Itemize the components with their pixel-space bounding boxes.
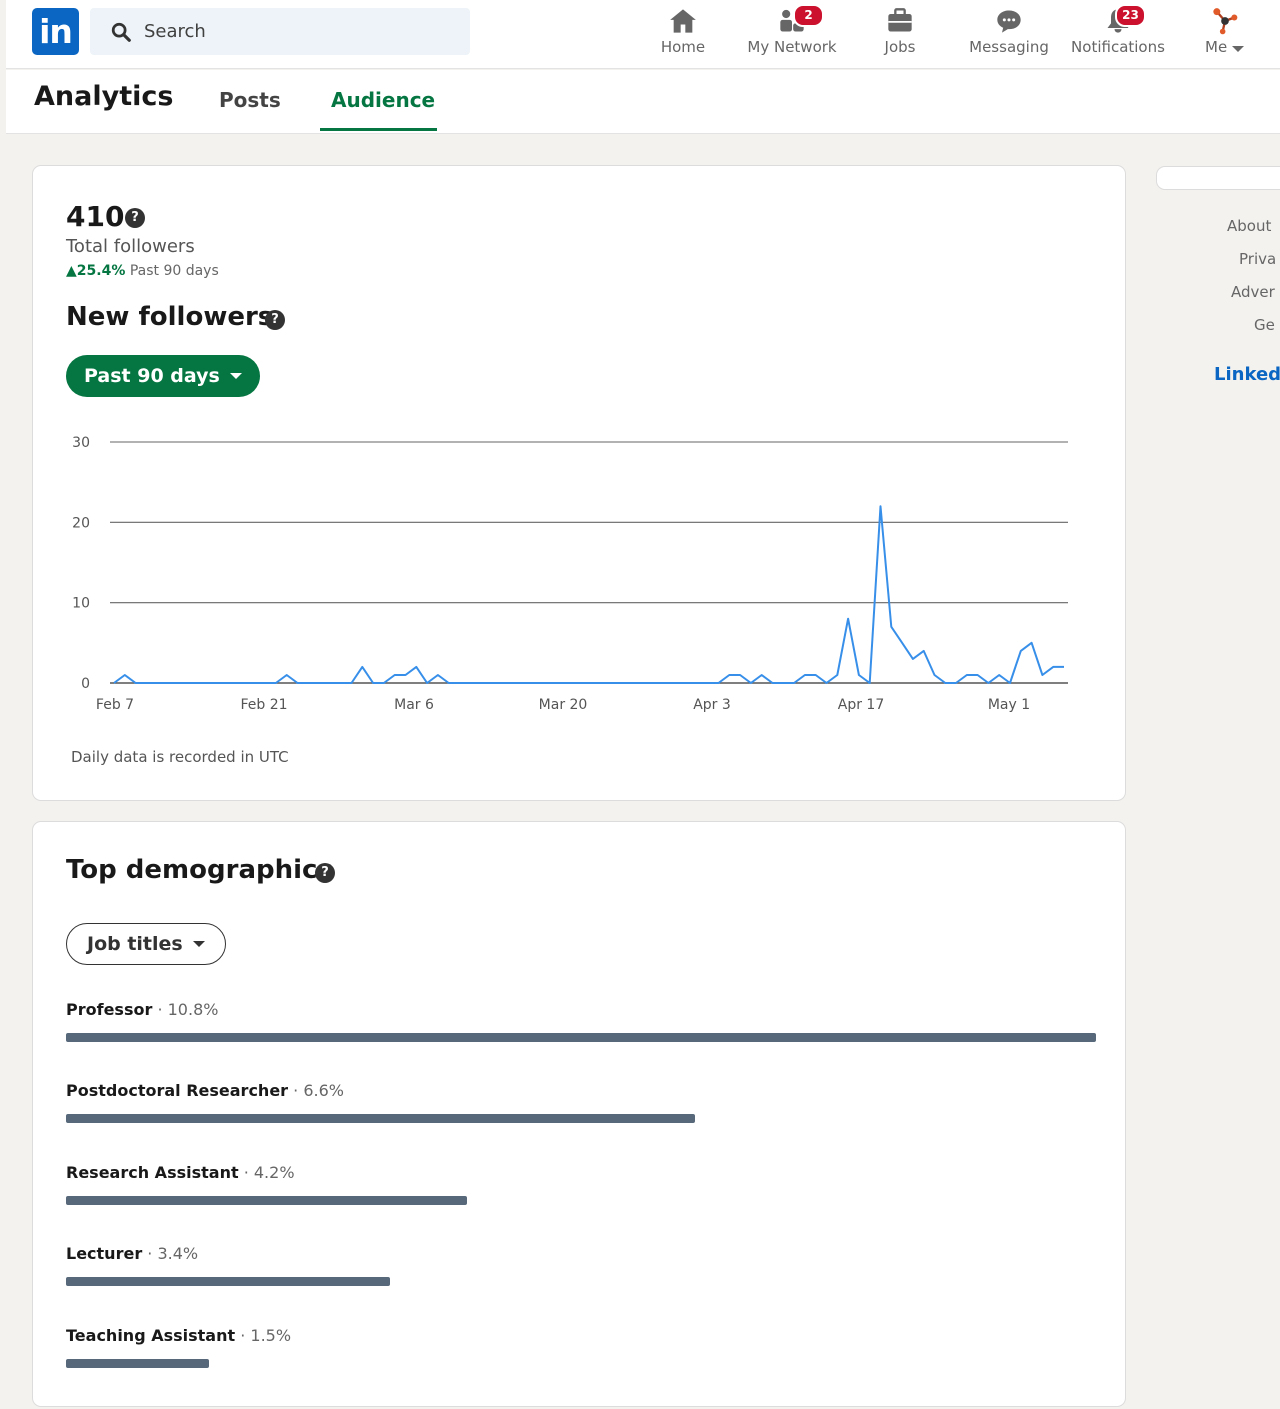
help-icon[interactable]: ? xyxy=(315,863,335,883)
x-tick-label: Mar 20 xyxy=(539,697,588,713)
nav-home-label: Home xyxy=(660,38,706,56)
demographic-row: Professor · 10.8% xyxy=(66,1000,1096,1042)
notifications-badge: 23 xyxy=(1115,4,1146,27)
avatar xyxy=(1212,8,1237,35)
chart-note: Daily data is recorded in UTC xyxy=(71,748,289,766)
nav-me-label: Me xyxy=(1172,38,1277,56)
nav-messaging[interactable]: Messaging xyxy=(954,6,1064,62)
nav-me[interactable]: Me xyxy=(1172,6,1277,62)
nav-jobs-label: Jobs xyxy=(884,38,916,56)
footer-link-about[interactable]: About xyxy=(1227,217,1271,235)
demographic-title: Research Assistant xyxy=(66,1163,239,1182)
x-tick-label: Mar 6 xyxy=(394,697,434,713)
nav-my-network[interactable]: 2 My Network xyxy=(737,4,847,62)
demographic-filter-label: Job titles xyxy=(87,933,183,955)
tab-posts[interactable]: Posts xyxy=(219,88,281,112)
nav-jobs[interactable]: Jobs xyxy=(845,6,955,62)
y-tick-label: 10 xyxy=(72,596,90,612)
y-tick-label: 30 xyxy=(72,435,90,451)
y-tick-label: 0 xyxy=(81,676,90,692)
footer-link-get-app[interactable]: Ge xyxy=(1254,316,1275,334)
demographic-bar xyxy=(66,1033,1096,1042)
footer-link-privacy[interactable]: Priva xyxy=(1239,250,1276,268)
demographic-label: Postdoctoral Researcher · 6.6% xyxy=(66,1081,344,1100)
demographic-title: Teaching Assistant xyxy=(66,1326,236,1345)
demographic-label: Lecturer · 3.4% xyxy=(66,1244,199,1263)
nav-notifications[interactable]: 23 Notifications xyxy=(1063,4,1173,62)
demographic-label: Professor · 10.8% xyxy=(66,1000,219,1019)
demographic-percent: 4.2% xyxy=(253,1163,295,1182)
y-tick-label: 20 xyxy=(72,515,90,531)
demographic-row: Lecturer · 3.4% xyxy=(66,1244,1096,1286)
followers-line xyxy=(113,505,1064,684)
demographic-percent: 3.4% xyxy=(157,1244,199,1263)
page-title: Analytics xyxy=(34,81,174,112)
x-tick-label: May 1 xyxy=(988,697,1030,713)
active-tab-indicator xyxy=(320,128,437,131)
search-icon xyxy=(111,22,131,42)
demographic-row: Teaching Assistant · 1.5% xyxy=(66,1326,1096,1368)
x-tick-label: Apr 17 xyxy=(838,697,884,713)
nav-home[interactable]: Home xyxy=(628,6,738,62)
search-placeholder: Search xyxy=(144,21,206,42)
nav-messaging-label: Messaging xyxy=(969,38,1049,56)
network-badge: 2 xyxy=(793,4,824,27)
chevron-down-icon xyxy=(192,941,205,947)
messaging-icon xyxy=(997,10,1021,33)
demographic-filter-dropdown[interactable]: Job titles xyxy=(66,923,226,965)
x-tick-label: Feb 7 xyxy=(96,697,134,713)
x-tick-label: Feb 21 xyxy=(240,697,287,713)
chevron-down-icon xyxy=(1231,46,1244,52)
demographic-title: Lecturer xyxy=(66,1244,143,1263)
demographic-bar xyxy=(66,1277,391,1286)
demographic-title: Professor xyxy=(66,1000,153,1019)
x-tick-label: Apr 3 xyxy=(693,697,731,713)
top-demographics-title: Top demographics xyxy=(66,855,333,885)
search-box[interactable]: Search xyxy=(90,8,470,55)
briefcase-icon xyxy=(888,8,912,32)
demographic-row: Research Assistant · 4.2% xyxy=(66,1163,1096,1205)
demographic-row: Postdoctoral Researcher · 6.6% xyxy=(66,1081,1096,1123)
demographics-card: Top demographics ? Job titles Professor … xyxy=(32,821,1126,1407)
footer-link-advertising[interactable]: Adver xyxy=(1231,283,1275,301)
demographic-percent: 6.6% xyxy=(303,1081,344,1100)
analytics-subnav: Analytics Posts Audience xyxy=(6,70,1280,134)
linkedin-footer-brand: Linked xyxy=(1214,364,1280,385)
tab-audience[interactable]: Audience xyxy=(331,88,435,112)
nav-notifications-label: Notifications xyxy=(1071,38,1165,56)
demographic-bar xyxy=(66,1196,467,1205)
linkedin-logo[interactable]: in xyxy=(32,8,79,55)
nav-my-network-label: My Network xyxy=(747,38,837,56)
demographic-bar xyxy=(66,1359,210,1368)
demographic-percent: 10.8% xyxy=(167,1000,219,1019)
home-icon xyxy=(670,9,696,33)
demographic-bar xyxy=(66,1114,696,1123)
followers-card: 410 ? Total followers ▲25.4% Past 90 day… xyxy=(32,165,1126,801)
demographic-percent: 1.5% xyxy=(250,1326,292,1345)
demographic-label: Teaching Assistant · 1.5% xyxy=(66,1326,292,1345)
top-nav: in Search Home 2 My Network Jobs Messagi… xyxy=(6,0,1280,69)
right-rail-card xyxy=(1156,166,1280,190)
demographic-title: Postdoctoral Researcher xyxy=(66,1081,289,1100)
new-followers-chart: 0 10 20 30 Feb 7 Feb 21 Mar 6 Mar 20 Apr 3 Apr 17… xyxy=(72,435,1068,713)
demographic-label: Research Assistant · 4.2% xyxy=(66,1163,295,1182)
